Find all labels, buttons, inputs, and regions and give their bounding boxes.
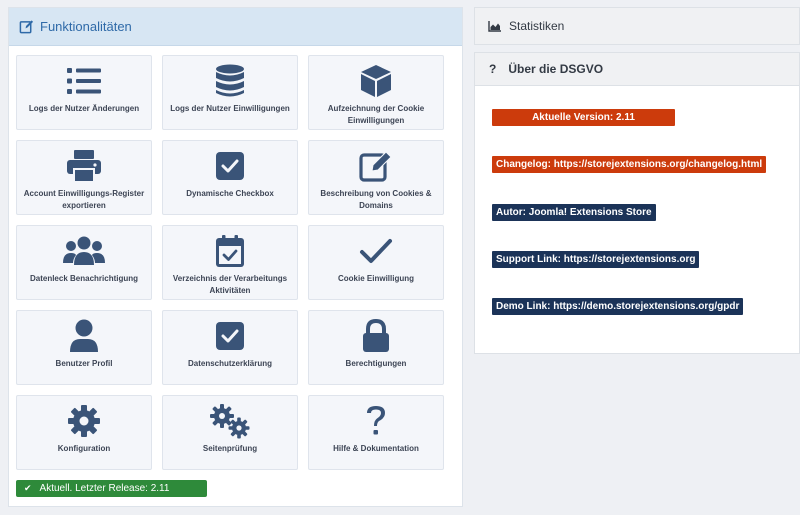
tile-label: Hilfe & Dokumentation: [333, 444, 419, 453]
tile-label: Datenleck Benachrichtigung: [29, 274, 139, 283]
database-icon: [163, 56, 297, 100]
checkbox-icon: [163, 311, 297, 355]
question-icon: ?: [489, 62, 497, 76]
users-icon: [17, 226, 151, 270]
list-icon: [17, 56, 151, 100]
gears-icon: [163, 396, 297, 440]
author-badge: Autor: Joomla! Extensions Store: [492, 204, 656, 221]
feature-grid: Logs der Nutzer Änderungen Logs der Nutz…: [16, 55, 444, 470]
demo-link[interactable]: Demo Link: https://demo.storejextensions…: [492, 298, 744, 315]
tile-label: Account Einwilligungs-Register exportier…: [23, 189, 145, 210]
release-status-text: Aktuell. Letzter Release: 2.11: [39, 483, 170, 494]
changelog-link[interactable]: Changelog: https://storejextensions.org/…: [492, 156, 767, 173]
tile-label: Berechtigungen: [345, 359, 407, 368]
checkmark-icon: ✔: [24, 483, 32, 493]
lock-icon: [309, 311, 443, 355]
tile-site-check[interactable]: Seitenprüfung: [162, 395, 298, 470]
tile-label: Seitenprüfung: [202, 444, 258, 453]
tile-permissions[interactable]: Berechtigungen: [308, 310, 444, 385]
dsgvo-info-panel: ? Über die DSGVO Aktuelle Version: 2.11 …: [474, 52, 800, 354]
tile-help-documentation[interactable]: Hilfe & Dokumentation: [308, 395, 444, 470]
tile-configuration[interactable]: Konfiguration: [16, 395, 152, 470]
tile-dynamic-checkbox[interactable]: Dynamische Checkbox: [162, 140, 298, 215]
tile-label: Logs der Nutzer Einwilligungen: [170, 104, 290, 113]
dsgvo-header: ? Über die DSGVO: [475, 53, 799, 86]
statistics-title: Statistiken: [509, 19, 565, 33]
checkbox-icon: [163, 141, 297, 185]
tile-privacy-policy[interactable]: Datenschutzerklärung: [162, 310, 298, 385]
tile-label: Dynamische Checkbox: [186, 189, 274, 198]
user-icon: [17, 311, 151, 355]
checkmark-icon: [309, 226, 443, 270]
tile-label: Datenschutzerklärung: [187, 359, 273, 368]
tile-export-consent-register[interactable]: Account Einwilligungs-Register exportier…: [16, 140, 152, 215]
cube-icon: [309, 56, 443, 100]
tile-cookie-domain-description[interactable]: Beschreibung von Cookies & Domains: [308, 140, 444, 215]
statistics-tab[interactable]: Statistiken: [474, 7, 800, 45]
release-status-badge: ✔ Aktuell. Letzter Release: 2.11: [16, 480, 207, 497]
tile-label: Verzeichnis der Verarbeitungs Aktivitäte…: [172, 274, 288, 295]
tile-label: Beschreibung von Cookies & Domains: [320, 189, 432, 210]
gear-icon: [17, 396, 151, 440]
dsgvo-title: Über die DSGVO: [508, 62, 604, 76]
printer-icon: [17, 141, 151, 185]
edit-icon: [19, 19, 34, 34]
tile-cookie-consent-records[interactable]: Aufzeichnung der Cookie Einwilligungen: [308, 55, 444, 130]
tile-user-profile[interactable]: Benutzer Profil: [16, 310, 152, 385]
calendar-check-icon: [163, 226, 297, 270]
tile-data-breach-notification[interactable]: Datenleck Benachrichtigung: [16, 225, 152, 300]
tile-label: Konfiguration: [57, 444, 111, 453]
functionality-title: Funktionalitäten: [40, 19, 132, 34]
tile-label: Benutzer Profil: [55, 359, 113, 368]
tile-label: Logs der Nutzer Änderungen: [28, 104, 140, 113]
tile-user-consent-logs[interactable]: Logs der Nutzer Einwilligungen: [162, 55, 298, 130]
question-icon: [309, 396, 443, 440]
area-chart-icon: [488, 20, 501, 32]
version-badge: Aktuelle Version: 2.11: [492, 109, 675, 126]
tile-processing-activities-register[interactable]: Verzeichnis der Verarbeitungs Aktivitäte…: [162, 225, 298, 300]
tile-label: Cookie Einwilligung: [338, 274, 414, 283]
functionality-header: Funktionalitäten: [9, 8, 462, 46]
tile-user-change-logs[interactable]: Logs der Nutzer Änderungen: [16, 55, 152, 130]
support-link[interactable]: Support Link: https://storejextensions.o…: [492, 251, 700, 268]
edit-icon: [309, 141, 443, 185]
tile-label: Aufzeichnung der Cookie Einwilligungen: [327, 104, 425, 125]
functionality-panel: Funktionalitäten Logs der Nutzer Änderun…: [8, 7, 463, 507]
tile-cookie-consent[interactable]: Cookie Einwilligung: [308, 225, 444, 300]
